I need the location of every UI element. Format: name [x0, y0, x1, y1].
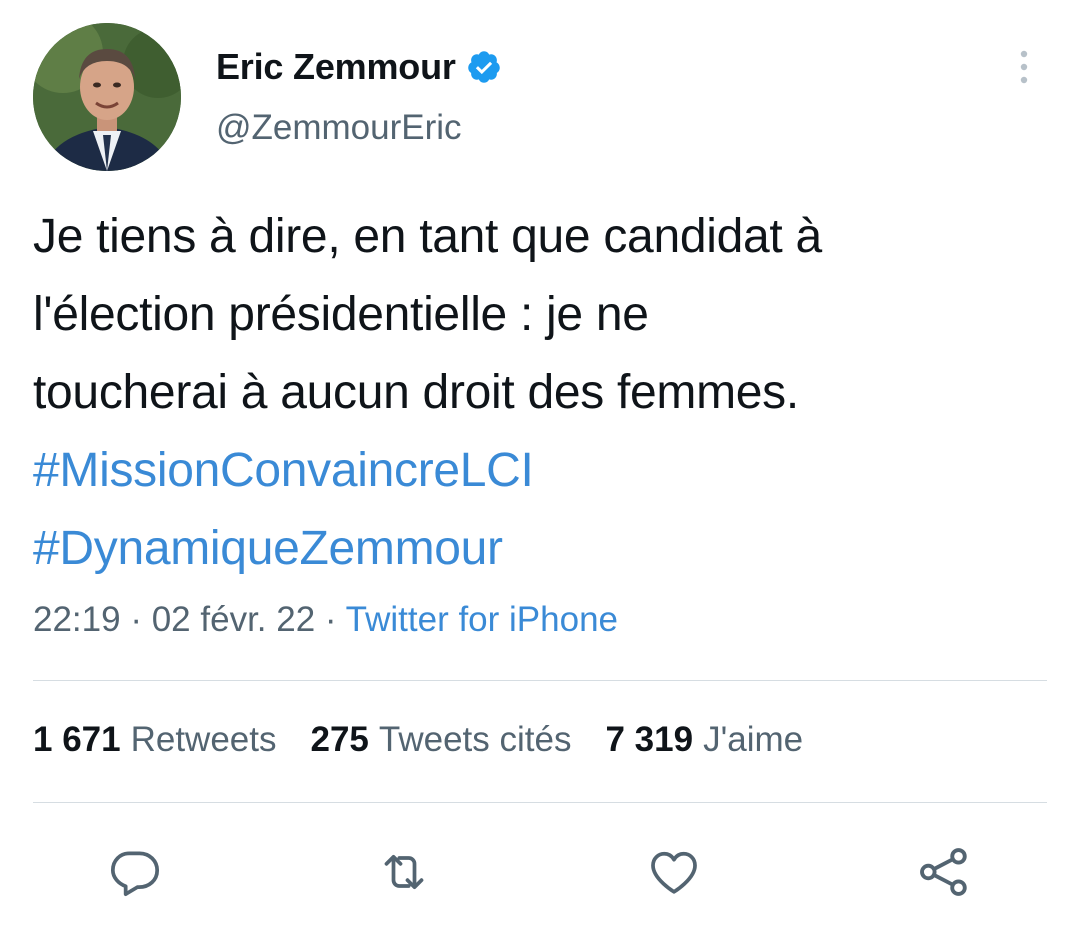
tweet-metadata: 22:19 · 02 févr. 22 · Twitter for iPhone — [33, 600, 618, 640]
likes-label: J'aime — [703, 720, 804, 759]
retweets-count: 1 671 — [33, 720, 121, 759]
tweet-card: Eric Zemmour @ZemmourEric Je tiens à dir… — [0, 0, 1080, 931]
tweet-text-line: l'élection présidentielle : je ne — [33, 288, 649, 341]
heart-icon — [651, 851, 697, 894]
share-icon — [920, 848, 967, 896]
quotes-count: 275 — [310, 720, 369, 759]
reply-icon — [110, 851, 160, 897]
author-handle[interactable]: @ZemmourEric — [216, 108, 462, 148]
likes-stat[interactable]: 7 319 J'aime — [605, 720, 803, 760]
more-options-icon[interactable] — [1008, 46, 1040, 88]
tweet-source-link[interactable]: Twitter for iPhone — [346, 600, 618, 639]
hashtag-link[interactable]: #MissionConvaincreLCI — [33, 432, 1043, 510]
divider — [33, 680, 1047, 681]
retweet-button[interactable] — [372, 840, 436, 904]
tweet-date[interactable]: 02 févr. 22 — [152, 600, 315, 639]
quote-tweets-stat[interactable]: 275 Tweets cités — [311, 720, 572, 760]
engagement-stats: 1 671 Retweets 275 Tweets cités 7 319 J'aim… — [33, 720, 803, 760]
divider — [33, 802, 1047, 803]
quotes-label: Tweets cités — [378, 720, 572, 759]
retweets-stat[interactable]: 1 671 Retweets — [33, 720, 277, 760]
avatar[interactable] — [33, 23, 181, 171]
verified-badge-icon — [466, 49, 502, 85]
retweets-label: Retweets — [130, 720, 277, 759]
like-button[interactable] — [642, 840, 706, 904]
avatar-photo — [33, 23, 181, 171]
author-display-name[interactable]: Eric Zemmour — [216, 46, 456, 88]
hashtag-link[interactable]: #DynamiqueZemmour — [33, 510, 1043, 588]
share-button[interactable] — [912, 840, 976, 904]
tweet-text-line: toucherai à aucun droit des femmes. — [33, 366, 799, 419]
meta-separator: · — [130, 600, 142, 639]
author-name-row: Eric Zemmour — [216, 46, 502, 88]
tweet-time[interactable]: 22:19 — [33, 600, 121, 639]
tweet-text-line: Je tiens à dire, en tant que candidat à — [33, 210, 822, 263]
meta-separator: · — [324, 600, 337, 639]
retweet-icon — [384, 854, 424, 890]
likes-count: 7 319 — [605, 720, 694, 759]
tweet-text: Je tiens à dire, en tant que candidat à … — [33, 198, 1043, 588]
reply-button[interactable] — [103, 840, 167, 904]
